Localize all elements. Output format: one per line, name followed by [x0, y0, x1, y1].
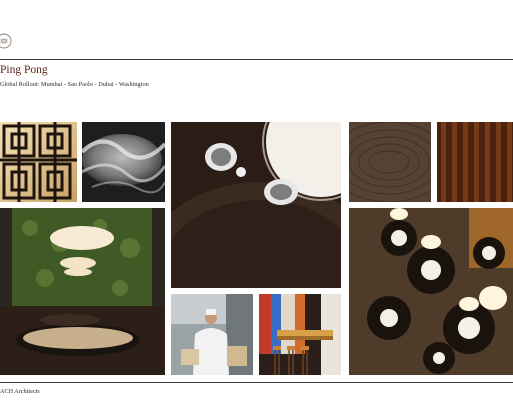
header-divider [0, 59, 513, 60]
photo-overhead-restaurant [349, 208, 513, 375]
photo-wood-slats [437, 122, 513, 202]
footer-credit: ACH Architects [0, 388, 40, 395]
photo-table-dishes [171, 122, 341, 288]
photo-wood-grain [349, 122, 431, 202]
photo-green-wall-dining [0, 208, 165, 375]
page-subtitle: Global Rollout: Mumbai - Sao Paolo - Dub… [0, 81, 149, 88]
footer-divider [0, 382, 513, 383]
page-title: Ping Pong [0, 64, 48, 76]
monogram-logo-icon [0, 33, 12, 49]
photo-bar-stools [259, 294, 341, 375]
photo-chef-kitchen [171, 294, 253, 375]
photo-lattice-screen [0, 122, 77, 202]
photo-smoke [82, 122, 165, 202]
